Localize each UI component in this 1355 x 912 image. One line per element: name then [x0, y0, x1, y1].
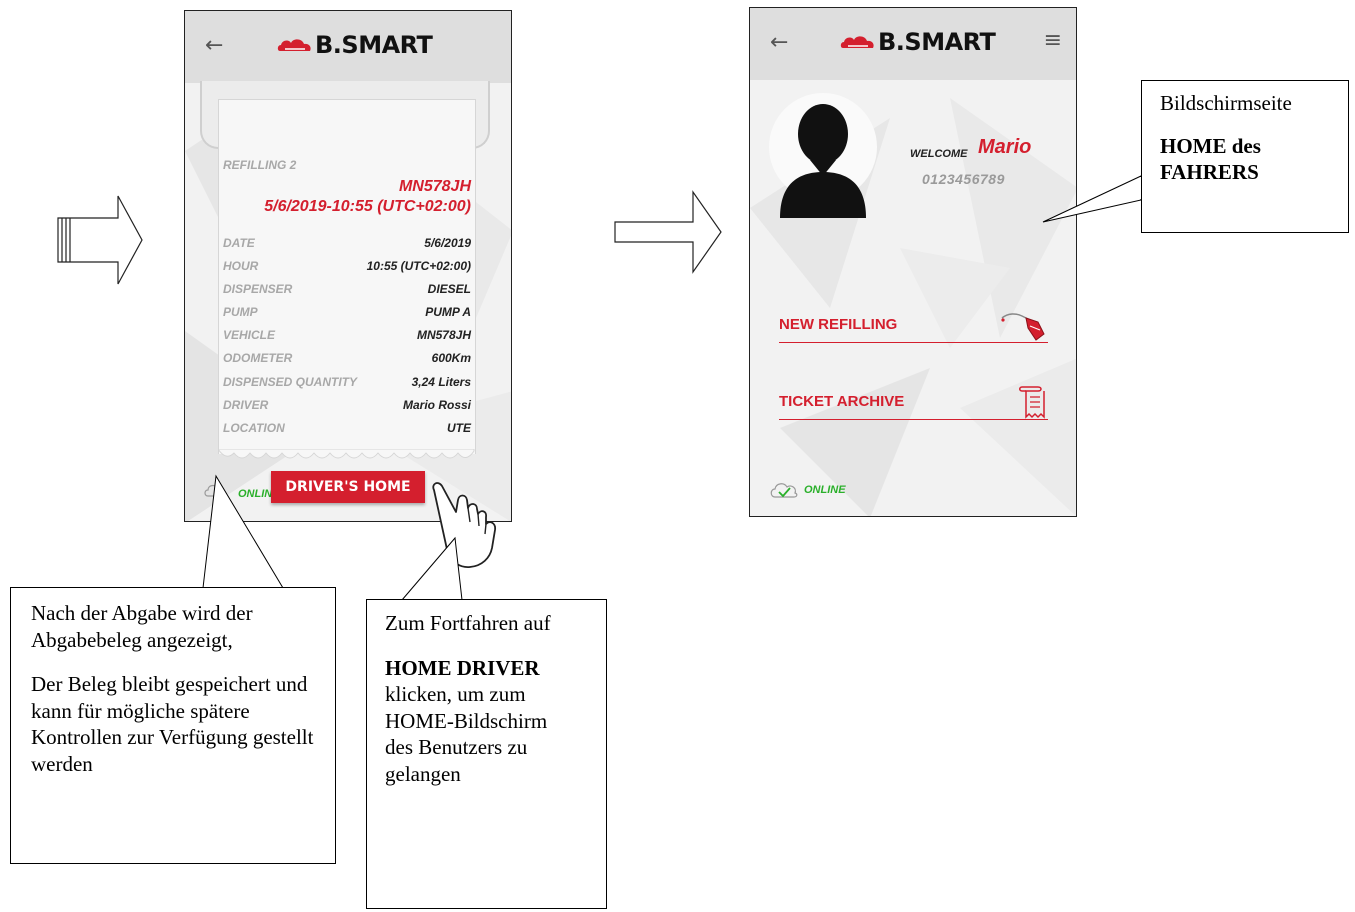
callout-receipt: Nach der Abgabe wird der Abgabebeleg ang… — [10, 587, 336, 864]
callout-bold-text: HOME des FAHRERS — [1160, 133, 1261, 185]
callout-continue: Zum Fortfahren auf HOME DRIVER klicken, … — [366, 599, 607, 909]
callout-home-screen: Bildschirmseite HOME des FAHRERS — [1141, 80, 1349, 233]
callout-bold-text: HOME DRIVER — [385, 655, 540, 680]
callout-text: Der Beleg bleibt gespeichert und kann fü… — [31, 672, 314, 776]
callout-text: klicken, um zum HOME-Bildschirm des Benu… — [385, 682, 548, 786]
callout-text: Bildschirmseite — [1160, 91, 1292, 115]
callout-text: Zum Fortfahren auf — [385, 611, 551, 635]
callout-text: Nach der Abgabe wird der Abgabebeleg ang… — [31, 601, 253, 652]
